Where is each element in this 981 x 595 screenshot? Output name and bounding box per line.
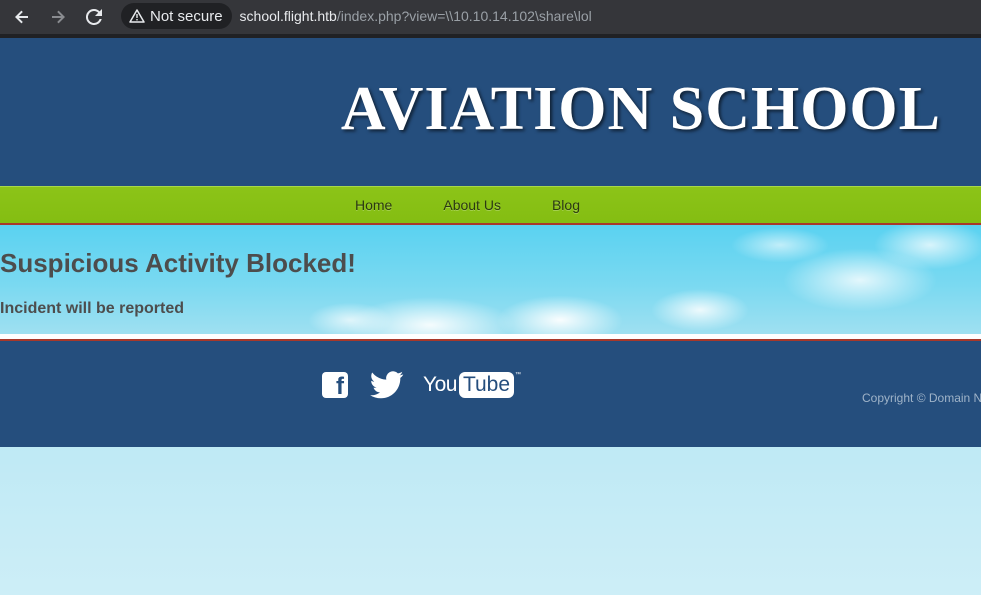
content-area: Suspicious Activity Blocked! Incident wi… [0,225,981,334]
browser-toolbar: Not secure school.flight.htb/index.php?v… [0,0,981,34]
site-header: AVIATION SCHOOL [0,38,981,186]
main-nav: Home About Us Blog [0,186,981,225]
facebook-icon[interactable]: f [322,372,348,399]
site-logo[interactable]: AVIATION SCHOOL [341,78,941,140]
forward-button[interactable] [46,5,70,29]
youtube-logo[interactable]: You Tube ™ [423,372,521,398]
reload-icon [86,9,102,25]
twitter-icon[interactable] [368,371,406,399]
nav-item-home[interactable]: Home [355,187,392,223]
warning-triangle-icon [129,9,145,23]
url-host: school.flight.htb [239,8,337,24]
reload-button[interactable] [82,5,106,29]
url-text[interactable]: school.flight.htb/index.php?view=\\10.10… [240,8,592,24]
url-path: /index.php?view=\\10.10.14.102\share\lol [336,8,592,24]
security-label: Not secure [150,7,223,25]
youtube-you-text: You [423,373,457,396]
nav-item-blog[interactable]: Blog [552,187,580,223]
content-divider [0,334,981,341]
copyright-text: Copyright © Domain N [862,391,981,405]
incident-message: Incident will be reported [0,300,185,317]
forward-arrow-icon [52,10,65,24]
nav-item-about-us[interactable]: About Us [443,187,501,223]
back-arrow-icon [15,10,28,24]
site-footer: f You Tube ™ Copyright © Domain N [0,341,981,447]
back-button[interactable] [10,5,34,29]
page-heading: Suspicious Activity Blocked! [0,248,356,278]
social-links: f You Tube ™ [322,371,521,399]
youtube-tube-text: Tube [458,372,515,398]
youtube-tm: ™ [515,372,522,378]
security-indicator[interactable]: Not secure [121,3,232,29]
address-bar[interactable]: Not secure school.flight.htb/index.php?v… [121,2,981,30]
